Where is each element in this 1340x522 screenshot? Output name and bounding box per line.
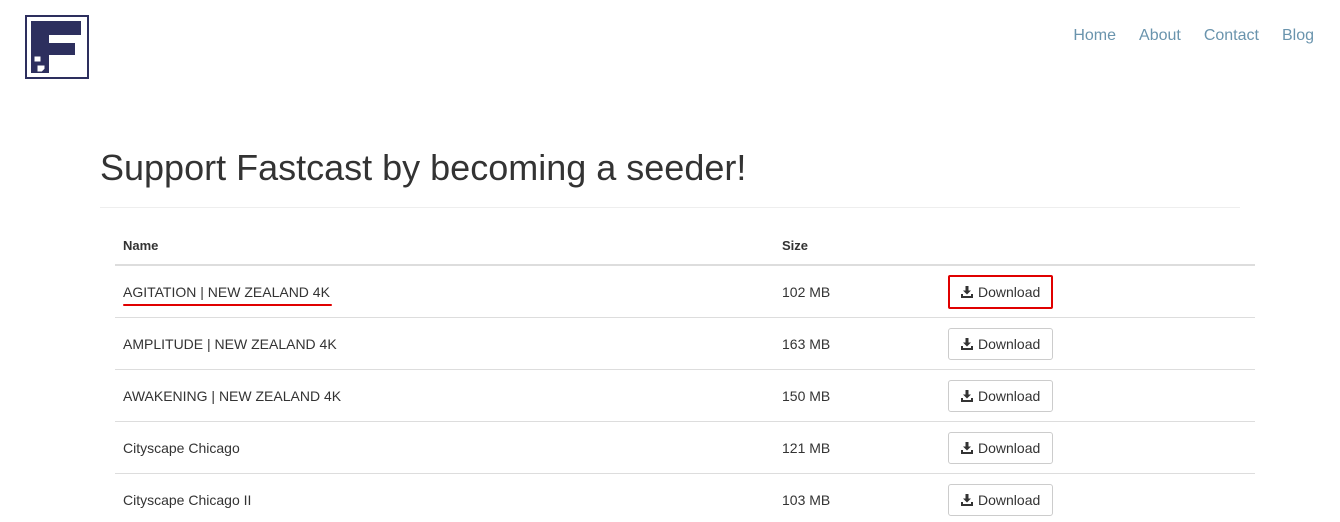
row-size: 163 MB [774,317,940,370]
download-icon [961,441,973,454]
table-row: AWAKENING | NEW ZEALAND 4K 150 MB Downlo… [115,369,1255,422]
table-header-row: Name Size [115,227,1255,266]
cell-action: Download [940,421,1255,474]
cell-action: Download [940,317,1255,370]
row-name: Cityscape Chicago [115,421,774,474]
row-name-text: AGITATION | NEW ZEALAND 4K [123,283,330,300]
table-row: AMPLITUDE | NEW ZEALAND 4K 163 MB Downlo… [115,317,1255,370]
row-size: 121 MB [774,421,940,474]
column-header-name: Name [115,227,774,266]
fastcast-logo-icon[interactable] [25,15,89,79]
row-name: AWAKENING | NEW ZEALAND 4K [115,369,774,422]
highlight-underline [123,303,332,306]
download-button-label: Download [978,335,1041,352]
column-header-size: Size [774,227,940,266]
seeder-table: Name Size AGITATION | NEW ZEALAND 4K 102… [115,227,1255,522]
table-row: Cityscape Chicago 121 MB Download [115,421,1255,474]
cell-name: AGITATION | NEW ZEALAND 4K [115,265,774,318]
download-icon [961,493,973,506]
nav-link-about[interactable]: About [1116,24,1181,48]
download-icon [961,337,973,350]
row-name: AGITATION | NEW ZEALAND 4K [123,283,332,306]
download-button[interactable]: Download [948,431,1054,464]
download-button-label: Download [978,387,1041,404]
cell-action: Download [940,473,1255,522]
download-icon [961,389,973,402]
nav-link-home[interactable]: Home [1050,24,1116,48]
table-row: AGITATION | NEW ZEALAND 4K 102 MB Downlo… [115,265,1255,318]
row-name: Cityscape Chicago II [115,473,774,522]
nav-link-blog[interactable]: Blog [1259,24,1314,48]
cell-action: Download [940,369,1255,422]
row-size: 103 MB [774,473,940,522]
cell-action: Download [940,265,1255,318]
download-button[interactable]: Download [948,274,1054,309]
download-button-label: Download [978,439,1041,456]
download-button-label: Download [978,283,1041,300]
page-title: Support Fastcast by becoming a seeder! [100,147,747,188]
row-size: 102 MB [774,265,940,318]
top-nav: Home About Contact Blog [1050,24,1314,48]
column-header-action [940,227,1255,266]
download-button[interactable]: Download [948,327,1054,360]
divider [100,207,1240,208]
nav-link-contact[interactable]: Contact [1181,24,1259,48]
download-button[interactable]: Download [948,483,1054,516]
download-button[interactable]: Download [948,379,1054,412]
table-row: Cityscape Chicago II 103 MB Download [115,473,1255,522]
row-size: 150 MB [774,369,940,422]
download-icon [961,285,973,298]
page: Home About Contact Blog Support Fastcast… [0,0,1340,522]
row-name: AMPLITUDE | NEW ZEALAND 4K [115,317,774,370]
download-button-label: Download [978,491,1041,508]
